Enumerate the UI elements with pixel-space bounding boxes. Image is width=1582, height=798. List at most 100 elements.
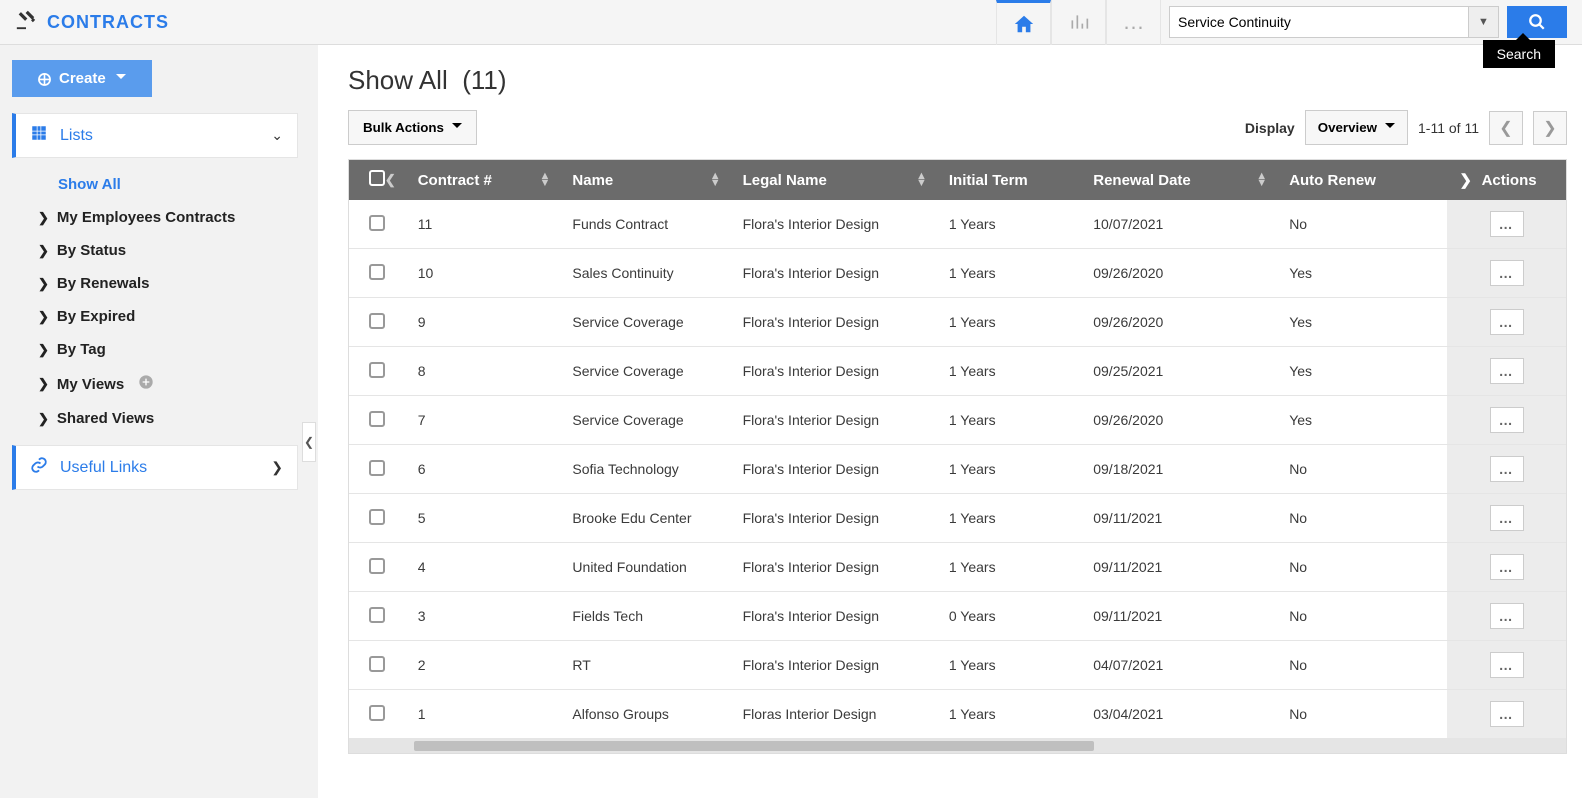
sidebar-item-by-tag[interactable]: ❯ By Tag — [18, 333, 298, 366]
cell-contract-no: 4 — [406, 543, 561, 592]
table-row: 2RTFlora's Interior Design1 Years04/07/2… — [349, 641, 1566, 690]
row-checkbox[interactable] — [369, 411, 385, 427]
search-input[interactable] — [1169, 6, 1469, 38]
sidebar-item-by-renewals[interactable]: ❯ By Renewals — [18, 267, 298, 300]
col-name[interactable]: Name ▲▼ — [560, 160, 730, 200]
overview-button[interactable]: Overview — [1305, 110, 1408, 145]
cell-name: United Foundation — [560, 543, 730, 592]
row-checkbox[interactable] — [369, 656, 385, 672]
add-icon[interactable] — [138, 374, 154, 394]
table-row: 5Brooke Edu CenterFlora's Interior Desig… — [349, 494, 1566, 543]
row-checkbox[interactable] — [369, 313, 385, 329]
table-row: 4United FoundationFlora's Interior Desig… — [349, 543, 1566, 592]
create-button[interactable]: ⨁ Create — [12, 60, 152, 97]
cell-legal-name: Flora's Interior Design — [731, 543, 937, 592]
table-row: 3Fields TechFlora's Interior Design0 Yea… — [349, 592, 1566, 641]
cell-auto-renew: Yes — [1277, 298, 1447, 347]
sidebar-item-by-expired[interactable]: ❯ By Expired — [18, 300, 298, 333]
col-renewal-date[interactable]: Renewal Date ▲▼ — [1081, 160, 1277, 200]
cell-auto-renew: No — [1277, 543, 1447, 592]
main-content: Show All (11) Bulk Actions Display Overv… — [318, 45, 1582, 798]
sort-icon: ▲▼ — [916, 173, 927, 187]
row-checkbox[interactable] — [369, 215, 385, 231]
more-button[interactable]: … — [1106, 0, 1161, 45]
row-actions-button[interactable]: … — [1490, 554, 1524, 580]
cell-renewal-date: 09/11/2021 — [1081, 543, 1277, 592]
row-checkbox[interactable] — [369, 264, 385, 280]
row-actions-button[interactable]: … — [1490, 456, 1524, 482]
cell-legal-name: Floras Interior Design — [731, 690, 937, 739]
col-actions[interactable]: ❯ Actions — [1447, 160, 1566, 200]
brand-title: CONTRACTS — [47, 12, 169, 33]
chevron-left-icon: ❮ — [385, 172, 396, 188]
row-actions-button[interactable]: … — [1490, 358, 1524, 384]
row-actions-button[interactable]: … — [1490, 652, 1524, 678]
sidebar-item-shared-views[interactable]: ❯ Shared Views — [18, 402, 298, 435]
sort-icon: ▲▼ — [1256, 173, 1267, 187]
row-actions-button[interactable]: … — [1490, 603, 1524, 629]
cell-name: Sales Continuity — [560, 249, 730, 298]
row-actions-button[interactable]: … — [1490, 211, 1524, 237]
cell-initial-term: 1 Years — [937, 249, 1081, 298]
analytics-button[interactable] — [1051, 0, 1106, 45]
cell-renewal-date: 09/26/2020 — [1081, 396, 1277, 445]
cell-contract-no: 11 — [406, 200, 561, 249]
row-actions-button[interactable]: … — [1490, 505, 1524, 531]
sidebar: ⨁ Create Lists ⌄ Show All ❯ My Employees… — [0, 45, 310, 798]
row-actions-button[interactable]: … — [1490, 260, 1524, 286]
cell-renewal-date: 09/25/2021 — [1081, 347, 1277, 396]
scroll-thumb[interactable] — [414, 741, 1094, 751]
display-label: Display — [1245, 120, 1295, 136]
row-checkbox[interactable] — [369, 607, 385, 623]
row-checkbox[interactable] — [369, 362, 385, 378]
sidebar-item-my-views[interactable]: ❯ My Views — [18, 366, 298, 402]
pager-next-button[interactable]: ❯ — [1533, 111, 1567, 145]
cell-initial-term: 1 Years — [937, 543, 1081, 592]
horizontal-scrollbar[interactable] — [349, 739, 1566, 753]
row-actions-button[interactable]: … — [1490, 701, 1524, 727]
pager-prev-button[interactable]: ❮ — [1489, 111, 1523, 145]
home-button[interactable] — [996, 0, 1051, 45]
col-initial-term[interactable]: Initial Term — [937, 160, 1081, 200]
cell-auto-renew: Yes — [1277, 396, 1447, 445]
row-checkbox[interactable] — [369, 558, 385, 574]
row-actions-button[interactable]: … — [1490, 407, 1524, 433]
cell-name: Brooke Edu Center — [560, 494, 730, 543]
col-select-all[interactable]: ❮ — [349, 160, 406, 200]
table-row: 11Funds ContractFlora's Interior Design1… — [349, 200, 1566, 249]
row-actions-button[interactable]: … — [1490, 309, 1524, 335]
cell-contract-no: 10 — [406, 249, 561, 298]
cell-name: Sofia Technology — [560, 445, 730, 494]
chevron-right-icon: ❯ — [38, 411, 49, 427]
lists-panel-header[interactable]: Lists ⌄ — [12, 113, 298, 158]
cell-contract-no: 9 — [406, 298, 561, 347]
cell-contract-no: 1 — [406, 690, 561, 739]
search-tooltip: Search — [1483, 40, 1555, 68]
chevron-right-icon: ❯ — [38, 210, 49, 226]
col-contract-no[interactable]: Contract # ▲▼ — [406, 160, 561, 200]
sidebar-item-my-employees[interactable]: ❯ My Employees Contracts — [18, 201, 298, 234]
sidebar-item-show-all[interactable]: Show All — [18, 168, 298, 201]
useful-links-panel-header[interactable]: Useful Links ❯ — [12, 445, 298, 490]
cell-initial-term: 1 Years — [937, 298, 1081, 347]
cell-renewal-date: 09/11/2021 — [1081, 494, 1277, 543]
cell-renewal-date: 10/07/2021 — [1081, 200, 1277, 249]
links-label: Useful Links — [60, 459, 147, 477]
row-checkbox[interactable] — [369, 460, 385, 476]
checkbox-icon[interactable] — [369, 170, 385, 186]
gavel-icon — [15, 8, 37, 36]
cell-legal-name: Flora's Interior Design — [731, 641, 937, 690]
cell-initial-term: 1 Years — [937, 494, 1081, 543]
cell-renewal-date: 09/26/2020 — [1081, 298, 1277, 347]
cell-contract-no: 7 — [406, 396, 561, 445]
row-checkbox[interactable] — [369, 705, 385, 721]
sidebar-item-by-status[interactable]: ❯ By Status — [18, 234, 298, 267]
col-auto-renew[interactable]: Auto Renew — [1277, 160, 1447, 200]
bulk-actions-button[interactable]: Bulk Actions — [348, 110, 477, 145]
page-title: Show All (11) — [348, 65, 1567, 96]
col-legal-name[interactable]: Legal Name ▲▼ — [731, 160, 937, 200]
row-checkbox[interactable] — [369, 509, 385, 525]
search-dropdown-toggle[interactable]: ▼ — [1469, 6, 1499, 38]
grid-icon — [30, 124, 48, 147]
collapse-sidebar-button[interactable]: ❮ — [302, 422, 316, 462]
